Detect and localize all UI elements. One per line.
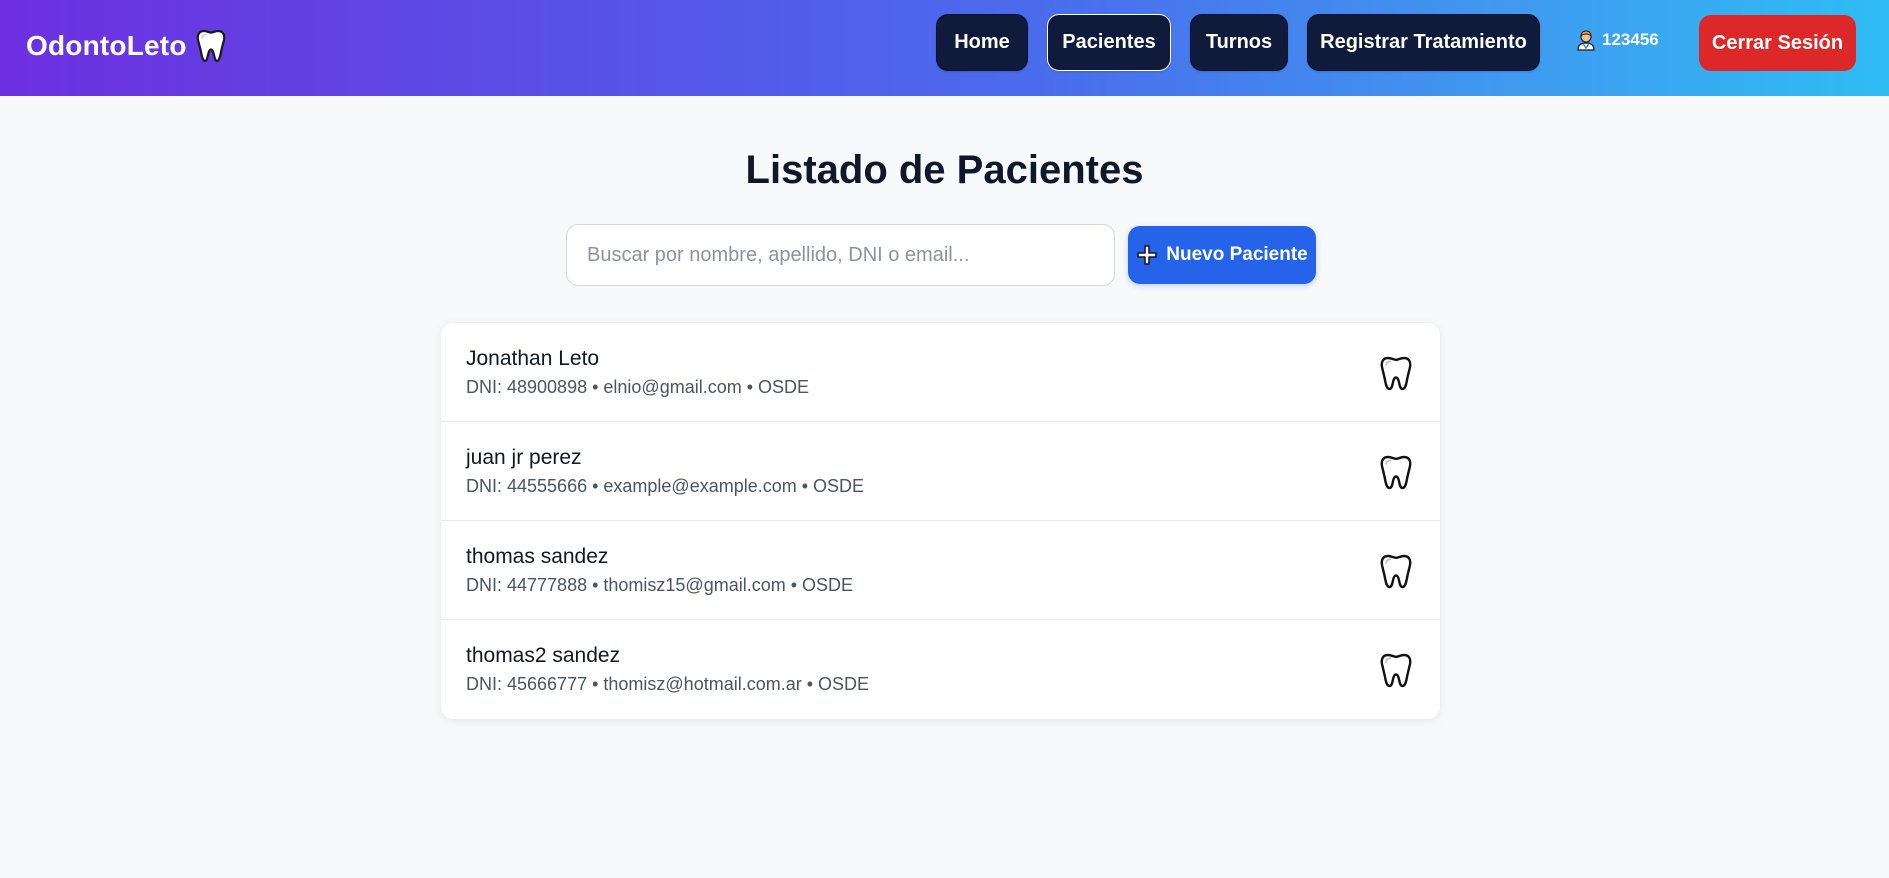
brand[interactable]: OdontoLeto	[26, 26, 226, 66]
patient-row[interactable]: Jonathan Leto DNI: 48900898 • elnio@gmai…	[441, 323, 1440, 422]
patient-row[interactable]: thomas2 sandez DNI: 45666777 • thomisz@h…	[441, 620, 1440, 719]
page-title: Listado de Pacientes	[745, 148, 1144, 192]
patient-details: DNI: 45666777 • thomisz@hotmail.com.ar •…	[466, 674, 870, 694]
patient-details: DNI: 48900898 • elnio@gmail.com • OSDE	[466, 377, 810, 397]
new-patient-label: Nuevo Paciente	[1166, 244, 1308, 265]
patient-row[interactable]: thomas sandez DNI: 44777888 • thomisz15@…	[441, 521, 1440, 620]
patient-details: DNI: 44555666 • example@example.com • OS…	[466, 476, 865, 496]
nav-registrar-tratamiento-button[interactable]: Registrar Tratamiento	[1307, 14, 1540, 71]
patient-name: thomas sandez	[466, 545, 609, 568]
tooth-icon	[1380, 653, 1412, 688]
tooth-icon	[1380, 356, 1412, 391]
tooth-icon	[1380, 554, 1412, 589]
user-badge: 123456	[1576, 28, 1659, 52]
user-id-label: 123456	[1602, 30, 1659, 49]
patient-row[interactable]: juan jr perez DNI: 44555666 • example@ex…	[441, 422, 1440, 521]
logout-button[interactable]: Cerrar Sesión	[1699, 15, 1856, 71]
doctor-icon	[1577, 30, 1595, 51]
patient-list: Jonathan Leto DNI: 48900898 • elnio@gmai…	[441, 323, 1440, 719]
patient-name: thomas2 sandez	[466, 644, 621, 667]
nav-turnos-button[interactable]: Turnos	[1190, 14, 1288, 71]
plus-icon	[1137, 245, 1158, 265]
tooth-icon	[1380, 455, 1412, 490]
navbar: OdontoLeto Home Pacientes Turnos Registr…	[0, 0, 1889, 96]
patient-name: juan jr perez	[466, 446, 582, 469]
new-patient-button[interactable]: Nuevo Paciente	[1128, 226, 1316, 284]
patient-details: DNI: 44777888 • thomisz15@gmail.com • OS…	[466, 575, 854, 595]
tooth-icon	[196, 29, 225, 63]
brand-name: OdontoLeto	[26, 30, 187, 61]
patient-name: Jonathan Leto	[466, 347, 600, 370]
nav-pacientes-button[interactable]: Pacientes	[1047, 14, 1171, 71]
nav-home-button[interactable]: Home	[936, 14, 1028, 71]
search-input[interactable]	[566, 224, 1115, 286]
